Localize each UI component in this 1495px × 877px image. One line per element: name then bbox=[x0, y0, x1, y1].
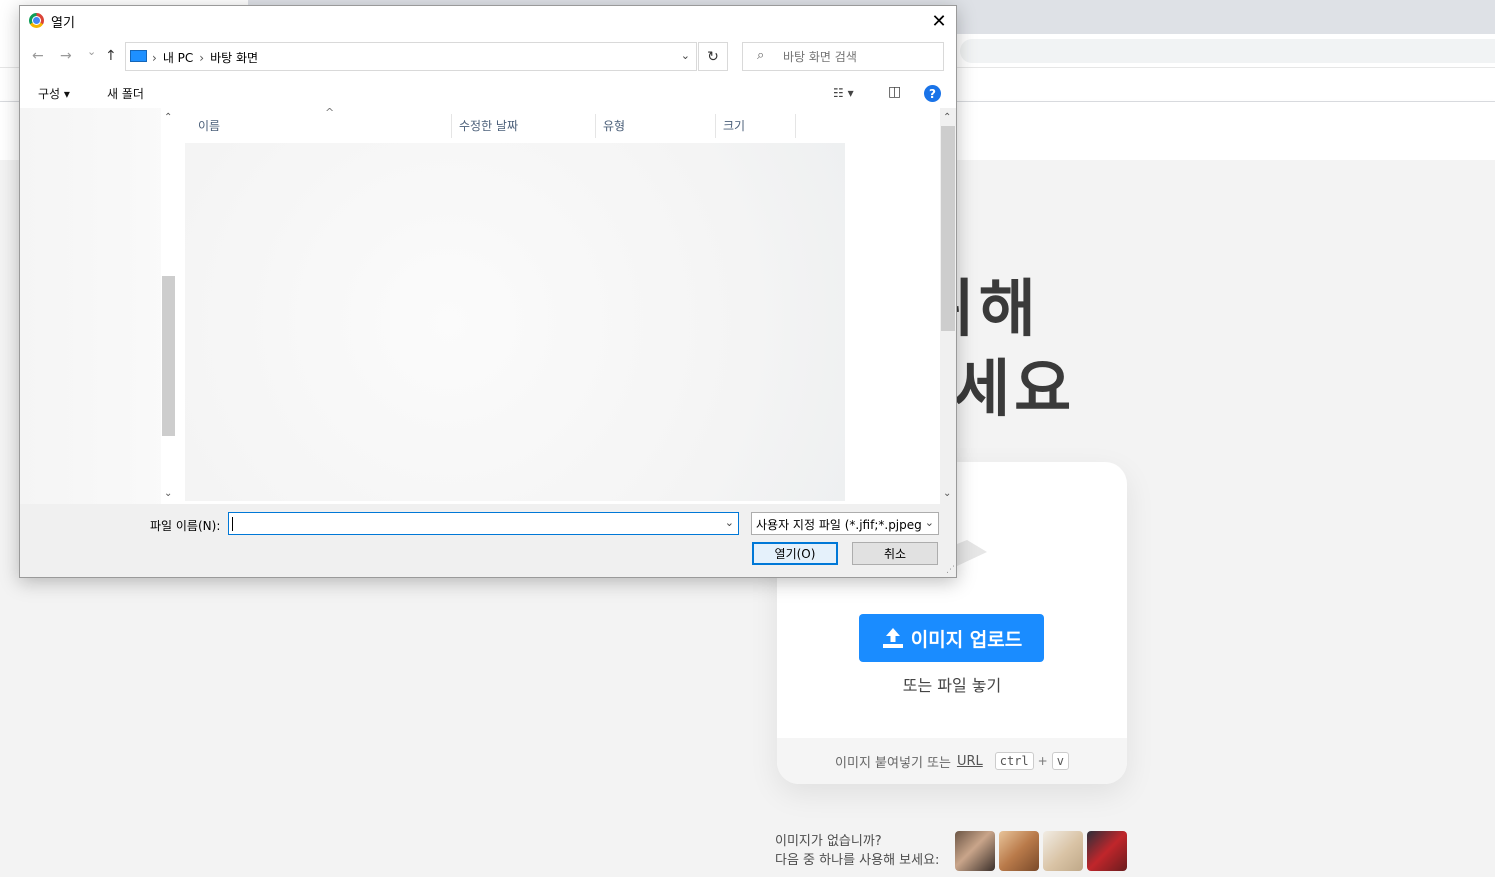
file-list-column-headers: ^ 이름 수정한 날짜 유형 크기 bbox=[185, 106, 796, 138]
crumb-separator: › bbox=[199, 51, 205, 65]
search-icon: ⌕ bbox=[757, 48, 765, 63]
organize-menu[interactable]: 구성 ▾ bbox=[38, 85, 70, 102]
breadcrumb-desktop[interactable]: 바탕 화면 bbox=[210, 51, 258, 65]
navigation-pane-scrollbar[interactable]: ⌃ ⌄ bbox=[161, 108, 177, 504]
dialog-bottom-area: 파일 이름(N): ⌄ 사용자 지정 파일 (*.jfif;*.pjpeg ⌄ … bbox=[20, 504, 956, 577]
search-box[interactable]: ⌕ bbox=[742, 42, 944, 71]
preview-pane-icon[interactable]: ◫ bbox=[888, 84, 901, 100]
back-arrow-icon[interactable]: ← bbox=[32, 48, 44, 64]
upload-arrow-icon bbox=[882, 628, 903, 648]
this-pc-icon bbox=[130, 50, 147, 62]
paste-footer: 이미지 붙여넣기 또는 URL ctrl + v bbox=[777, 738, 1127, 784]
file-open-dialog: 열기 ✕ ← → ⌄ ↑ › 내 PC › 바탕 화면 ⌄ ↻ ⌕ 구성 ▾ 새 폴더… bbox=[19, 5, 957, 578]
sort-ascending-icon: ^ bbox=[325, 106, 335, 119]
file-type-chevron-icon: ⌄ bbox=[922, 516, 934, 529]
column-type[interactable]: 유형 bbox=[603, 117, 625, 134]
cancel-button[interactable]: 취소 bbox=[852, 542, 938, 565]
file-list-pane[interactable]: ^ 이름 수정한 날짜 유형 크기 bbox=[177, 106, 942, 504]
scroll-up-arrow-icon[interactable]: ⌃ bbox=[164, 112, 172, 123]
recent-locations-chevron-icon[interactable]: ⌄ bbox=[87, 45, 96, 58]
filename-input[interactable]: ⌄ bbox=[228, 512, 739, 535]
column-divider[interactable] bbox=[595, 114, 596, 138]
up-arrow-icon[interactable]: ↑ bbox=[105, 48, 117, 64]
sample-woman-thumbnail[interactable] bbox=[955, 831, 995, 871]
path-dropdown-chevron-icon[interactable]: ⌄ bbox=[681, 49, 690, 62]
upload-image-label: 이미지 업로드 bbox=[910, 628, 1023, 651]
open-button[interactable]: 열기(O) bbox=[752, 542, 838, 565]
drop-file-text: 또는 파일 놓기 bbox=[902, 676, 1002, 695]
sample-images-text: 이미지가 없습니까? 다음 중 하나를 사용해 보세요: bbox=[775, 832, 939, 870]
help-icon[interactable]: ? bbox=[924, 85, 941, 102]
dialog-title: 열기 bbox=[51, 16, 75, 31]
filename-label: 파일 이름(N): bbox=[150, 519, 221, 533]
column-size[interactable]: 크기 bbox=[723, 117, 745, 134]
file-type-select[interactable]: 사용자 지정 파일 (*.jfif;*.pjpeg ⌄ bbox=[751, 512, 939, 535]
sample-images-section: 이미지가 없습니까? 다음 중 하나를 사용해 보세요: bbox=[775, 830, 1135, 875]
refresh-icon[interactable]: ↻ bbox=[698, 42, 728, 71]
no-image-question: 이미지가 없습니까? bbox=[775, 834, 882, 849]
omnibox[interactable] bbox=[960, 39, 1495, 63]
column-date-modified[interactable]: 수정한 날짜 bbox=[459, 117, 518, 134]
file-list-scrollbar[interactable]: ⌃ ⌄ bbox=[940, 108, 956, 504]
address-path-box[interactable]: › 내 PC › 바탕 화면 ⌄ bbox=[125, 42, 697, 71]
view-options-icon[interactable]: ☷ ▾ bbox=[833, 86, 854, 100]
dialog-titlebar: 열기 ✕ bbox=[20, 6, 956, 36]
upload-image-button[interactable]: 이미지 업로드 bbox=[859, 614, 1044, 662]
resize-grip-icon[interactable]: ⋰ bbox=[946, 565, 955, 575]
paste-text: 이미지 붙여넣기 또는 bbox=[835, 755, 951, 771]
command-bar: 구성 ▾ 새 폴더 ☷ ▾ ◫ ? bbox=[20, 78, 956, 108]
scroll-down-arrow-icon[interactable]: ⌄ bbox=[943, 488, 951, 499]
crumb-separator: › bbox=[152, 51, 157, 65]
file-list-scroll-thumb[interactable] bbox=[941, 126, 955, 331]
column-name[interactable]: 이름 bbox=[198, 117, 220, 134]
scroll-up-arrow-icon[interactable]: ⌃ bbox=[943, 112, 951, 123]
breadcrumb-this-pc[interactable]: 내 PC bbox=[163, 51, 193, 65]
paste-url-link[interactable]: URL bbox=[957, 754, 983, 769]
filename-dropdown-chevron-icon[interactable]: ⌄ bbox=[725, 516, 734, 529]
kbd-plus: + bbox=[1037, 754, 1048, 768]
navigation-pane[interactable] bbox=[20, 108, 177, 504]
dialog-nav-row: ← → ⌄ ↑ › 내 PC › 바탕 화면 ⌄ ↻ ⌕ bbox=[20, 36, 956, 78]
column-divider[interactable] bbox=[715, 114, 716, 138]
new-folder-button[interactable]: 새 폴더 bbox=[107, 85, 144, 102]
forward-arrow-icon[interactable]: → bbox=[60, 48, 72, 64]
breadcrumb: › 내 PC › 바탕 화면 bbox=[152, 49, 258, 66]
column-divider[interactable] bbox=[795, 114, 796, 138]
file-type-value: 사용자 지정 파일 (*.jfif;*.pjpeg bbox=[756, 518, 922, 532]
sample-dog-thumbnail[interactable] bbox=[999, 831, 1039, 871]
scroll-down-arrow-icon[interactable]: ⌄ bbox=[164, 488, 172, 499]
search-input[interactable] bbox=[781, 47, 939, 67]
close-icon[interactable]: ✕ bbox=[922, 6, 956, 36]
kbd-ctrl: ctrl bbox=[994, 752, 1034, 770]
file-list-area[interactable] bbox=[185, 143, 845, 501]
try-one-of-these: 다음 중 하나를 사용해 보세요: bbox=[775, 853, 940, 868]
column-divider[interactable] bbox=[451, 114, 452, 138]
kbd-v: v bbox=[1051, 752, 1069, 770]
navigation-scroll-thumb[interactable] bbox=[162, 276, 175, 436]
text-caret bbox=[232, 517, 233, 531]
sample-car-thumbnail[interactable] bbox=[1087, 831, 1127, 871]
sample-food-thumbnail[interactable] bbox=[1043, 831, 1083, 871]
chrome-app-icon bbox=[29, 13, 44, 28]
